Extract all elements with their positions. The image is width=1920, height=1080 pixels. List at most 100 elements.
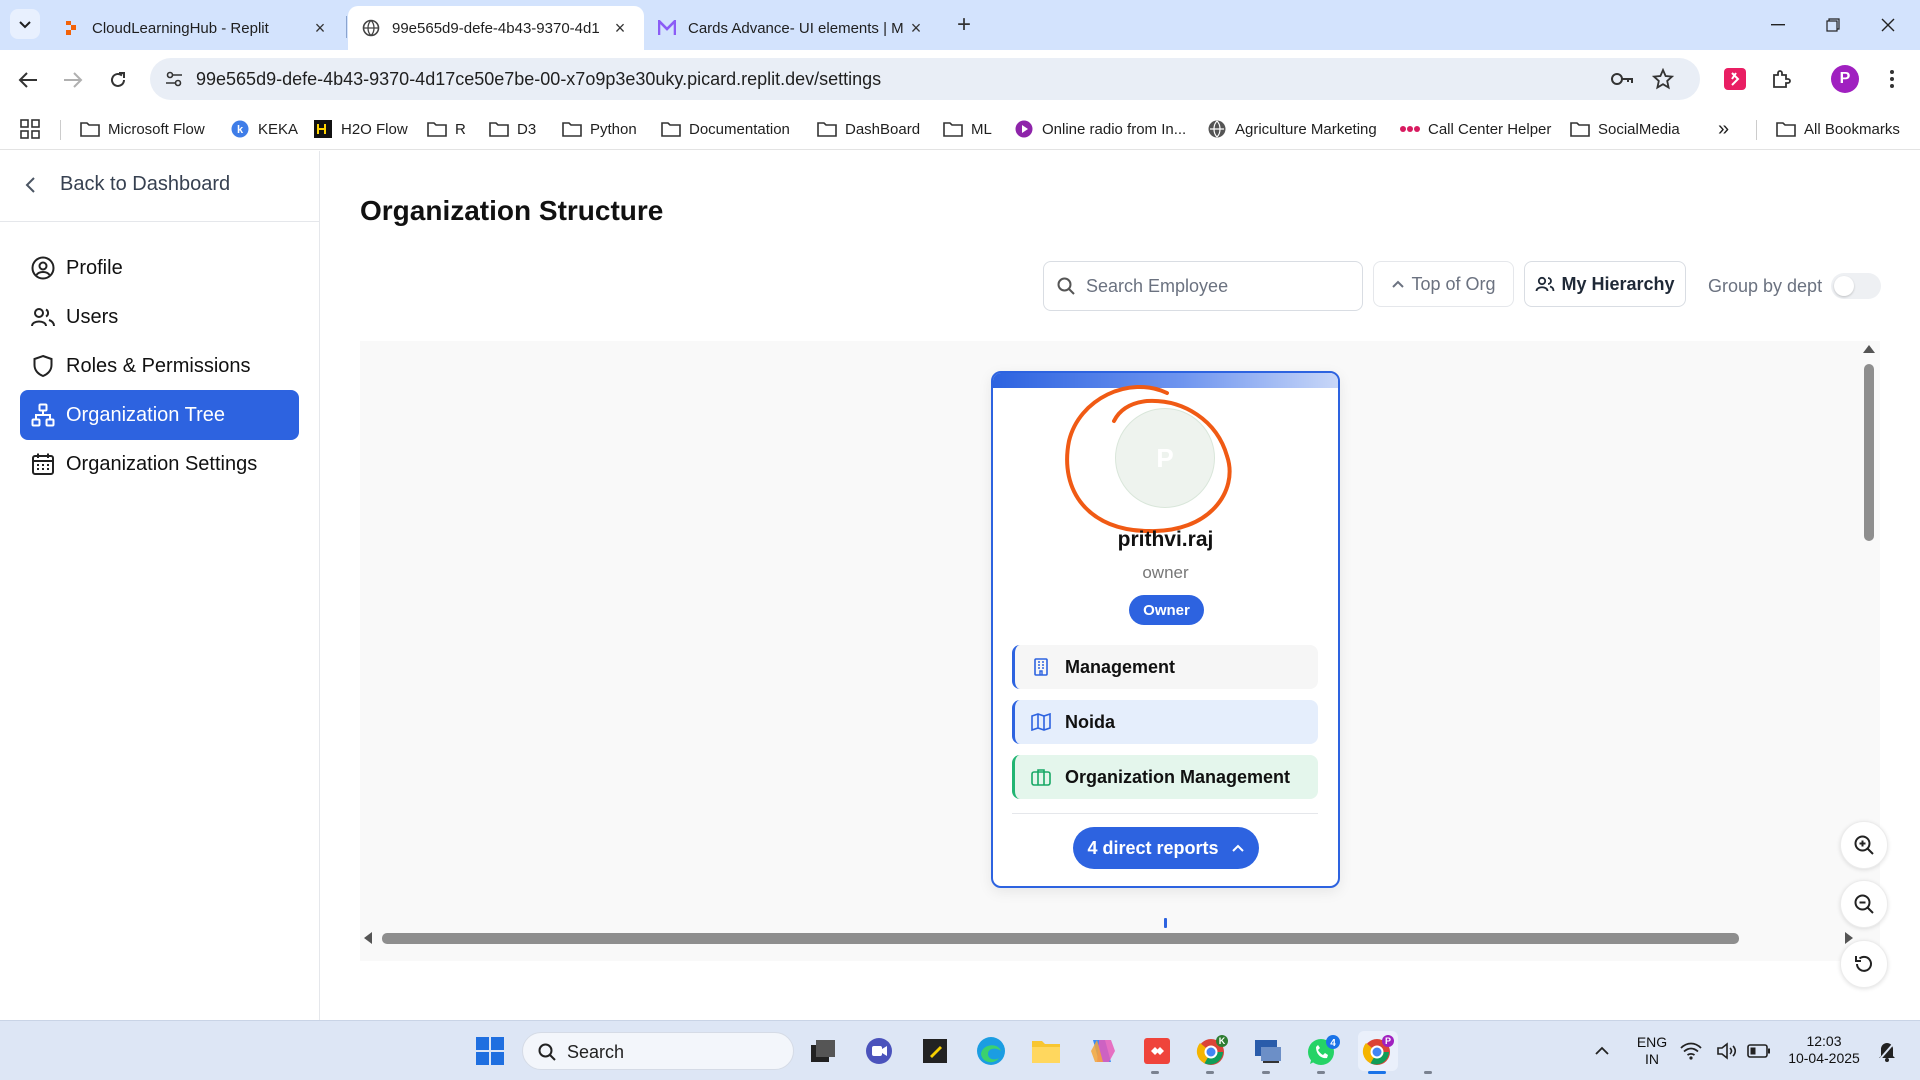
bookmark-python[interactable]: Python — [562, 116, 637, 142]
user-circle-icon — [30, 255, 56, 281]
bookmarks-bar: Microsoft Flow k KEKA H2O Flow R D3 Pyth… — [0, 108, 1920, 150]
whatsapp-icon[interactable]: 4 — [1303, 1031, 1343, 1071]
main-content: Organization Structure Top of Org My Hie… — [321, 151, 1920, 1020]
kebab-menu-icon[interactable] — [1878, 65, 1906, 93]
password-key-icon[interactable] — [1610, 69, 1634, 94]
shield-icon — [30, 353, 56, 379]
minimize-icon[interactable] — [1758, 10, 1798, 40]
tab-cloudlearninghub[interactable]: CloudLearningHub - Replit × — [48, 6, 344, 50]
bookmark-label: R — [455, 120, 466, 138]
language-indicator[interactable]: ENG IN — [1628, 1034, 1676, 1068]
direct-reports-button[interactable]: 4 direct reports — [1073, 827, 1259, 869]
remote-desktop-icon[interactable] — [1248, 1031, 1288, 1071]
tab-cards-advance[interactable]: Cards Advance- UI elements | M × — [644, 6, 940, 50]
tab-search-button[interactable] — [10, 9, 40, 39]
employee-card[interactable]: P prithvi.raj owner Owner Management Noi… — [991, 371, 1340, 888]
bookmark-call-center-helper[interactable]: Call Center Helper — [1400, 116, 1551, 142]
edge-browser-icon[interactable] — [971, 1031, 1011, 1071]
bookmark-d3[interactable]: D3 — [489, 116, 536, 142]
zoom-in-icon — [1854, 835, 1874, 855]
bookmark-label: D3 — [517, 120, 537, 138]
taskbar-search-label: Search — [567, 1042, 625, 1062]
wifi-icon[interactable] — [1676, 1031, 1706, 1071]
new-tab-button[interactable]: + — [950, 12, 978, 40]
group-by-dept-toggle[interactable] — [1831, 273, 1881, 299]
extension-pink-icon[interactable] — [1721, 65, 1749, 93]
bookmark-h2o-flow[interactable]: H2O Flow — [313, 116, 408, 142]
windows-start-icon[interactable] — [470, 1031, 510, 1071]
back-icon[interactable] — [13, 65, 43, 95]
reload-icon[interactable] — [103, 65, 133, 95]
restore-icon[interactable] — [1813, 10, 1853, 40]
bookmark-r[interactable]: R — [427, 116, 466, 142]
horizontal-scrollbar-thumb[interactable] — [382, 933, 1739, 944]
close-window-icon[interactable] — [1868, 10, 1908, 40]
tab-title: CloudLearningHub - Replit — [92, 19, 269, 37]
volume-icon[interactable] — [1712, 1031, 1742, 1071]
task-view-icon[interactable] — [803, 1031, 843, 1071]
close-tab-icon[interactable]: × — [610, 18, 630, 38]
back-to-dashboard-link[interactable]: Back to Dashboard — [24, 173, 230, 196]
search-employee-field[interactable] — [1043, 261, 1363, 311]
bookmark-keka[interactable]: k KEKA — [230, 116, 298, 142]
globe-icon — [1207, 120, 1227, 138]
forward-icon[interactable] — [58, 65, 88, 95]
all-bookmarks-button[interactable]: All Bookmarks — [1776, 116, 1900, 142]
bookmark-microsoft-flow[interactable]: Microsoft Flow — [80, 116, 205, 142]
taskbar-search[interactable]: Search — [522, 1032, 794, 1070]
vertical-scrollbar-thumb[interactable] — [1864, 364, 1874, 541]
clock[interactable]: 12:03 10-04-2025 — [1778, 1033, 1870, 1067]
file-explorer-icon[interactable] — [1026, 1031, 1066, 1071]
sidebar-item-users[interactable]: Users — [20, 292, 299, 342]
copilot-icon[interactable] — [1082, 1031, 1122, 1071]
dots-icon — [1400, 120, 1420, 138]
keka-icon: k — [230, 120, 250, 138]
profile-avatar[interactable]: P — [1831, 65, 1859, 93]
chevron-up-icon[interactable] — [1582, 1031, 1622, 1071]
sidebar-item-roles-permissions[interactable]: Roles & Permissions — [20, 341, 299, 391]
top-of-org-button[interactable]: Top of Org — [1373, 261, 1514, 307]
address-bar[interactable]: 99e565d9-defe-4b43-9370-4d17ce50e7be-00-… — [150, 58, 1700, 100]
windows-taskbar: Search K 4 P ENG IN 12:03 10-04-2025 — [0, 1020, 1920, 1080]
chrome-profile-p-icon[interactable]: P — [1358, 1031, 1398, 1071]
tab-settings-page[interactable]: 99e565d9-defe-4b43-9370-4d1 × — [348, 6, 644, 50]
search-employee-input[interactable] — [1086, 272, 1346, 300]
clock-date: 10-04-2025 — [1788, 1050, 1860, 1066]
bookmark-star-icon[interactable] — [1651, 67, 1675, 95]
sticky-notes-icon[interactable] — [915, 1031, 955, 1071]
chrome-profile-k-icon[interactable]: K — [1192, 1031, 1232, 1071]
anydesk-icon[interactable] — [1137, 1031, 1177, 1071]
org-tree-icon — [30, 402, 56, 428]
extensions-puzzle-icon[interactable] — [1767, 65, 1795, 93]
apps-grid-icon[interactable] — [20, 116, 40, 142]
zoom-out-button[interactable] — [1840, 880, 1888, 928]
back-label: Back to Dashboard — [60, 173, 231, 195]
search-icon — [537, 1042, 557, 1067]
folder-icon — [817, 120, 837, 138]
close-tab-icon[interactable]: × — [310, 18, 330, 38]
sidebar-item-organization-tree[interactable]: Organization Tree — [20, 390, 299, 440]
bookmark-agriculture-marketing[interactable]: Agriculture Marketing — [1207, 116, 1377, 142]
map-icon — [1031, 712, 1051, 732]
bookmark-ml[interactable]: ML — [943, 116, 992, 142]
notification-bell-icon[interactable] — [1872, 1031, 1902, 1071]
bookmark-online-radio[interactable]: Online radio from In... — [1014, 116, 1186, 142]
battery-icon[interactable] — [1744, 1031, 1774, 1071]
bookmark-dashboard[interactable]: DashBoard — [817, 116, 920, 142]
site-info-icon[interactable] — [164, 69, 184, 94]
my-hierarchy-button[interactable]: My Hierarchy — [1524, 261, 1686, 307]
scroll-up-arrow[interactable] — [1863, 345, 1875, 353]
bookmark-socialmedia[interactable]: SocialMedia — [1570, 116, 1680, 142]
sidebar-item-organization-settings[interactable]: Organization Settings — [20, 439, 299, 489]
close-tab-icon[interactable]: × — [906, 18, 926, 38]
settings-sidebar: Back to Dashboard Profile Users Roles & … — [0, 151, 320, 1020]
scroll-left-arrow[interactable] — [364, 932, 372, 944]
zoom-in-button[interactable] — [1840, 821, 1888, 869]
my-hierarchy-label: My Hierarchy — [1561, 273, 1675, 294]
video-call-icon[interactable] — [859, 1031, 899, 1071]
bookmark-documentation[interactable]: Documentation — [661, 116, 790, 142]
reset-view-button[interactable] — [1840, 940, 1888, 988]
more-bookmarks-button[interactable]: » — [1718, 116, 1729, 142]
sidebar-item-profile[interactable]: Profile — [20, 243, 299, 293]
bookmark-label: Microsoft Flow — [108, 120, 205, 138]
